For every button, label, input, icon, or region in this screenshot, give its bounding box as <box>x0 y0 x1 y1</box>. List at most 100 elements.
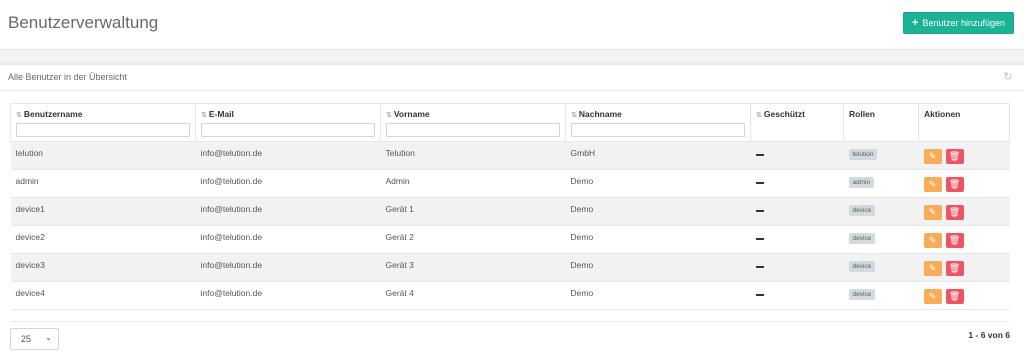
dash-icon <box>755 209 764 212</box>
table-row: telution info@telution.de Telution GmbH … <box>10 141 1010 170</box>
cell-email: info@telution.de <box>195 141 381 170</box>
column-header-firstname[interactable]: ⇅ Vorname <box>380 103 566 142</box>
table-header-row: ⇅ Benutzername ⇅ E-Mail ⇅ Vorname ⇅ Nachname… <box>10 103 1010 142</box>
panel-title-bar: Alle Benutzer in der Übersicht ↻ <box>0 65 1024 91</box>
trash-icon[interactable]: 🗑 <box>945 261 964 276</box>
table-row: device1 info@telution.de Gerät 1 Demo de… <box>10 197 1010 226</box>
filter-lastname-input[interactable] <box>571 123 745 137</box>
table-row: device4 info@telution.de Gerät 4 Demo de… <box>10 281 1010 310</box>
filter-username-input[interactable] <box>16 123 190 137</box>
role-badge: telution <box>848 149 878 160</box>
dash-icon <box>755 237 764 240</box>
cell-username: device3 <box>10 253 196 282</box>
role-badge: device <box>848 261 876 272</box>
role-badge: admin <box>848 177 875 188</box>
plus-icon: + <box>912 16 919 29</box>
cell-username: device4 <box>10 281 196 310</box>
add-user-button[interactable]: + Benutzer hinzufügen <box>903 12 1014 34</box>
cell-firstname: Admin <box>380 169 566 198</box>
trash-icon[interactable]: 🗑 <box>945 205 964 220</box>
dash-icon <box>755 265 764 268</box>
users-panel: Alle Benutzer in der Übersicht ↻ ⇅ Benutz… <box>0 62 1024 352</box>
cell-firstname: Gerät 3 <box>380 253 566 282</box>
dash-icon <box>755 181 764 184</box>
cell-actions: ✎ 🗑 <box>918 141 1010 170</box>
cell-roles: device <box>843 225 919 254</box>
role-badge: device <box>848 289 876 300</box>
edit-icon[interactable]: ✎ <box>923 205 942 220</box>
cell-email: info@telution.de <box>195 169 381 198</box>
role-badge: device <box>848 205 876 216</box>
cell-email: info@telution.de <box>195 253 381 282</box>
sort-icon: ⇅ <box>386 112 392 119</box>
trash-icon[interactable]: 🗑 <box>945 289 964 304</box>
cell-roles: device <box>843 197 919 226</box>
cell-lastname: Demo <box>565 197 751 226</box>
cell-roles: device <box>843 281 919 310</box>
sort-icon: ⇅ <box>16 112 22 119</box>
refresh-icon[interactable]: ↻ <box>1002 71 1014 83</box>
cell-lastname: Demo <box>565 253 751 282</box>
sort-icon: ⇅ <box>201 112 207 119</box>
edit-icon[interactable]: ✎ <box>923 261 942 276</box>
cell-protected <box>750 141 844 170</box>
dash-icon <box>755 153 764 156</box>
sort-icon: ⇅ <box>756 112 762 119</box>
cell-lastname: Demo <box>565 281 751 310</box>
edit-icon[interactable]: ✎ <box>923 149 942 164</box>
sort-icon: ⇅ <box>571 112 577 119</box>
cell-firstname: Gerät 2 <box>380 225 566 254</box>
page-header: Benutzerverwaltung + Benutzer hinzufügen <box>0 0 1024 50</box>
cell-protected <box>750 225 844 254</box>
role-badge: device <box>848 233 876 244</box>
cell-protected <box>750 169 844 198</box>
chevron-down-icon: ⌄ <box>45 333 52 342</box>
cell-email: info@telution.de <box>195 281 381 310</box>
add-user-button-label: Benutzer hinzufügen <box>922 18 1005 28</box>
cell-actions: ✎ 🗑 <box>918 169 1010 198</box>
cell-firstname: Gerät 1 <box>380 197 566 226</box>
cell-actions: ✎ 🗑 <box>918 197 1010 226</box>
cell-username: admin <box>10 169 196 198</box>
cell-actions: ✎ 🗑 <box>918 281 1010 310</box>
cell-roles: admin <box>843 169 919 198</box>
cell-lastname: Demo <box>565 225 751 254</box>
trash-icon[interactable]: 🗑 <box>945 233 964 248</box>
cell-actions: ✎ 🗑 <box>918 253 1010 282</box>
cell-roles: device <box>843 253 919 282</box>
cell-email: info@telution.de <box>195 225 381 254</box>
cell-lastname: GmbH <box>565 141 751 170</box>
cell-roles: telution <box>843 141 919 170</box>
column-header-lastname[interactable]: ⇅ Nachname <box>565 103 751 142</box>
table-row: admin info@telution.de Admin Demo admin … <box>10 169 1010 198</box>
column-header-protected[interactable]: ⇅ Geschützt <box>750 103 844 142</box>
trash-icon[interactable]: 🗑 <box>945 149 964 164</box>
column-header-actions: Aktionen <box>918 103 1010 142</box>
page-size-value: 25 <box>21 334 32 344</box>
dash-icon <box>755 293 764 296</box>
cell-email: info@telution.de <box>195 197 381 226</box>
edit-icon[interactable]: ✎ <box>923 289 942 304</box>
cell-protected <box>750 281 844 310</box>
cell-firstname: Telution <box>380 141 566 170</box>
table-row: device3 info@telution.de Gerät 3 Demo de… <box>10 253 1010 282</box>
trash-icon[interactable]: 🗑 <box>945 177 964 192</box>
pagination-info: 1 - 6 von 6 <box>968 330 1010 340</box>
page-size-select[interactable]: 25 ⌄ <box>10 328 59 350</box>
page-title: Benutzerverwaltung <box>8 13 159 32</box>
cell-username: device2 <box>10 225 196 254</box>
column-header-username[interactable]: ⇅ Benutzername <box>10 103 196 142</box>
cell-username: device1 <box>10 197 196 226</box>
filter-email-input[interactable] <box>201 123 375 137</box>
panel-title: Alle Benutzer in der Übersicht <box>8 72 128 82</box>
table-row: device2 info@telution.de Gerät 2 Demo de… <box>10 225 1010 254</box>
cell-lastname: Demo <box>565 169 751 198</box>
column-header-email[interactable]: ⇅ E-Mail <box>195 103 381 142</box>
edit-icon[interactable]: ✎ <box>923 233 942 248</box>
users-table: ⇅ Benutzername ⇅ E-Mail ⇅ Vorname ⇅ Nachname… <box>10 103 1010 310</box>
cell-username: telution <box>10 141 196 170</box>
edit-icon[interactable]: ✎ <box>923 177 942 192</box>
filter-firstname-input[interactable] <box>386 123 560 137</box>
cell-firstname: Gerät 4 <box>380 281 566 310</box>
cell-protected <box>750 197 844 226</box>
